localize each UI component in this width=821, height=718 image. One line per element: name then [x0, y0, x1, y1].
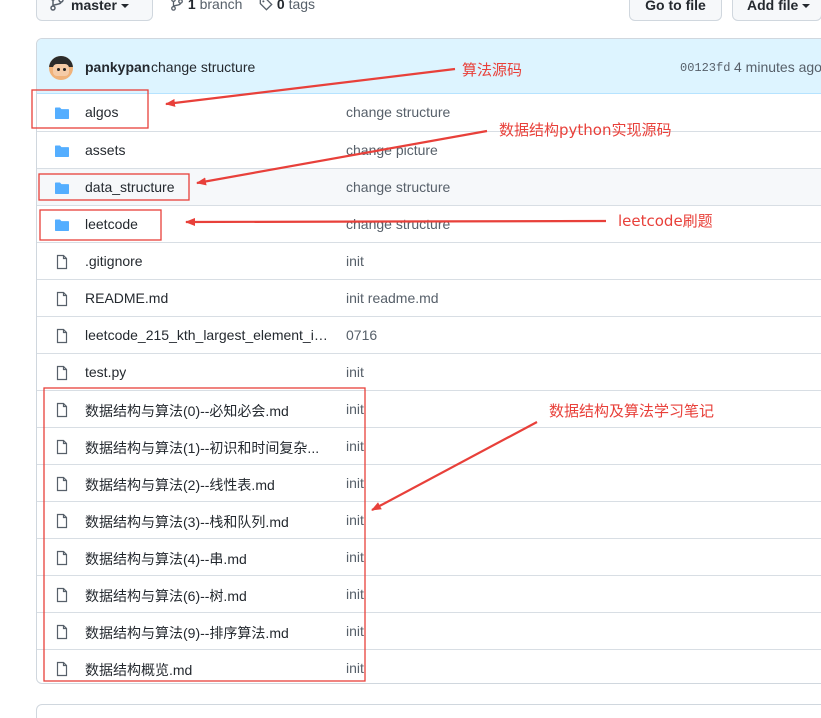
file-row[interactable]: 数据结构与算法(3)--栈和队列.md init — [37, 501, 821, 538]
branch-select-button[interactable]: master — [36, 0, 153, 21]
commit-message-link[interactable]: init — [346, 401, 364, 417]
file-row[interactable]: 数据结构与算法(1)--初识和时间复杂... init — [37, 427, 821, 464]
branch-icon — [170, 0, 184, 14]
commit-sha-link[interactable]: 00123fd — [680, 61, 730, 75]
file-row[interactable]: test.py init — [37, 353, 821, 390]
commit-message-link[interactable]: change picture — [346, 142, 438, 158]
tag-count: 0 — [276, 0, 285, 12]
file-name-link[interactable]: 数据结构与算法(0)--必知必会.md — [85, 401, 289, 421]
commit-message-link[interactable]: init — [346, 512, 364, 528]
file-name-link[interactable]: .gitignore — [85, 253, 143, 269]
commit-message-link[interactable]: init — [346, 438, 364, 454]
file-icon — [54, 513, 70, 529]
folder-icon — [54, 143, 70, 159]
file-icon — [54, 476, 70, 492]
branch-icon — [49, 0, 65, 21]
file-row[interactable]: README.md init readme.md — [37, 279, 821, 316]
file-row[interactable]: 数据结构与算法(4)--串.md init — [37, 538, 821, 575]
caret-down-icon — [802, 4, 811, 9]
commit-message-link[interactable]: init — [346, 623, 364, 639]
file-row[interactable]: 数据结构与算法(9)--排序算法.md init — [37, 612, 821, 649]
file-row[interactable]: .gitignore init — [37, 242, 821, 279]
commit-message-link[interactable]: init readme.md — [346, 290, 439, 306]
branch-word: branch — [199, 0, 243, 12]
folder-icon — [54, 105, 70, 121]
file-icon — [54, 402, 70, 418]
file-row[interactable]: leetcode_215_kth_largest_element_in_... 0… — [37, 316, 821, 353]
folder-icon — [54, 180, 70, 196]
go-to-file-button[interactable]: Go to file — [629, 0, 722, 21]
tag-icon — [259, 0, 273, 14]
latest-commit-bar: pankypan change structure 00123fd 4 minu… — [37, 39, 821, 94]
readme-box — [36, 704, 821, 718]
file-icon — [54, 661, 70, 677]
commit-message-link[interactable]: init — [346, 364, 364, 380]
file-row[interactable]: 数据结构与算法(2)--线性表.md init — [37, 464, 821, 501]
file-name-link[interactable]: 数据结构与算法(9)--排序算法.md — [85, 623, 289, 643]
annotation-label-algos: 算法源码 — [462, 61, 523, 79]
branches-link[interactable]: 1 branch — [170, 0, 242, 14]
file-name-link[interactable]: 数据结构与算法(6)--树.md — [85, 586, 247, 606]
annotation-label-leetcode: leetcode刷题 — [618, 212, 713, 230]
directory-row[interactable]: algos change structure — [37, 94, 821, 131]
commit-message-link[interactable]: change structure — [346, 216, 450, 232]
directory-row[interactable]: data_structure change structure — [37, 168, 821, 205]
tag-word: tags — [288, 0, 316, 12]
file-icon — [54, 328, 70, 344]
avatar[interactable] — [49, 56, 73, 80]
file-icon — [54, 254, 70, 270]
file-name-link[interactable]: algos — [85, 104, 118, 120]
commit-message-link[interactable]: 0716 — [346, 327, 377, 343]
file-name-link[interactable]: leetcode — [85, 216, 138, 232]
commit-author-link[interactable]: pankypan — [85, 59, 150, 75]
file-name-link[interactable]: 数据结构与算法(4)--串.md — [85, 549, 247, 569]
file-name-link[interactable]: README.md — [85, 290, 168, 306]
annotation-label-data-structure: 数据结构python实现源码 — [499, 121, 672, 139]
file-row[interactable]: 数据结构与算法(6)--树.md init — [37, 575, 821, 612]
commit-time: 4 minutes ago — [734, 59, 821, 75]
commit-message-link[interactable]: change structure — [346, 104, 450, 120]
commit-message-link[interactable]: change structure — [151, 59, 255, 75]
file-row[interactable]: 数据结构概览.md init — [37, 649, 821, 683]
caret-down-icon — [120, 4, 129, 9]
file-name-link[interactable]: 数据结构与算法(2)--线性表.md — [85, 475, 275, 495]
file-name-link[interactable]: 数据结构概览.md — [85, 660, 192, 680]
branch-name: master — [71, 0, 117, 13]
file-icon — [54, 624, 70, 640]
file-name-link[interactable]: data_structure — [85, 179, 175, 195]
file-icon — [54, 439, 70, 455]
add-file-label: Add file — [747, 0, 799, 13]
file-name-link[interactable]: 数据结构与算法(3)--栈和队列.md — [85, 512, 289, 532]
file-icon — [54, 550, 70, 566]
file-icon — [54, 365, 70, 381]
file-name-link[interactable]: leetcode_215_kth_largest_element_in_... — [85, 327, 331, 343]
commit-message-link[interactable]: change structure — [346, 179, 450, 195]
annotation-label-notes: 数据结构及算法学习笔记 — [549, 402, 715, 420]
folder-icon — [54, 217, 70, 233]
file-icon — [54, 587, 70, 603]
file-name-link[interactable]: assets — [85, 142, 125, 158]
commit-message-link[interactable]: init — [346, 660, 364, 676]
commit-message-link[interactable]: init — [346, 253, 364, 269]
file-list-box: pankypan change structure 00123fd 4 minu… — [36, 38, 821, 684]
file-name-link[interactable]: test.py — [85, 364, 126, 380]
commit-message-link[interactable]: init — [346, 475, 364, 491]
commit-message-link[interactable]: init — [346, 586, 364, 602]
file-icon — [54, 291, 70, 307]
directory-row[interactable]: assets change picture — [37, 131, 821, 168]
add-file-button[interactable]: Add file — [732, 0, 821, 21]
commit-message-link[interactable]: init — [346, 549, 364, 565]
branch-count: 1 — [187, 0, 196, 12]
tags-link[interactable]: 0 tags — [259, 0, 315, 14]
file-name-link[interactable]: 数据结构与算法(1)--初识和时间复杂... — [85, 438, 319, 458]
